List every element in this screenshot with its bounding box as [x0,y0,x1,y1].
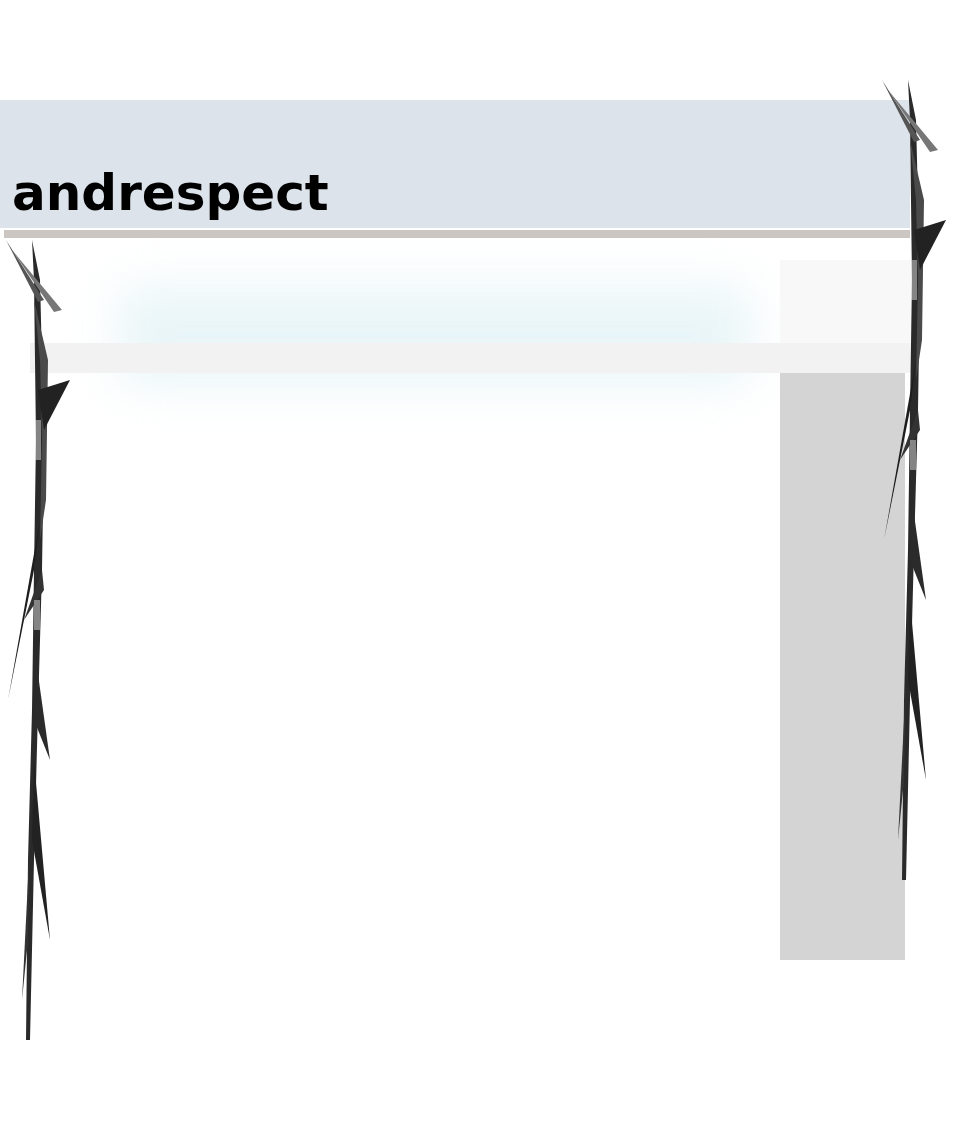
header: andrespect [0,100,910,228]
main-area [30,373,780,960]
sidebar-top [780,260,915,343]
header-rule [4,230,910,238]
content [0,238,960,960]
page-title: andrespect [12,168,329,218]
sidebar [780,373,905,960]
bamboo-left-icon [4,240,76,1050]
bamboo-right-icon [880,80,952,890]
nav-bar [30,343,915,373]
page: andrespect [0,0,960,1125]
